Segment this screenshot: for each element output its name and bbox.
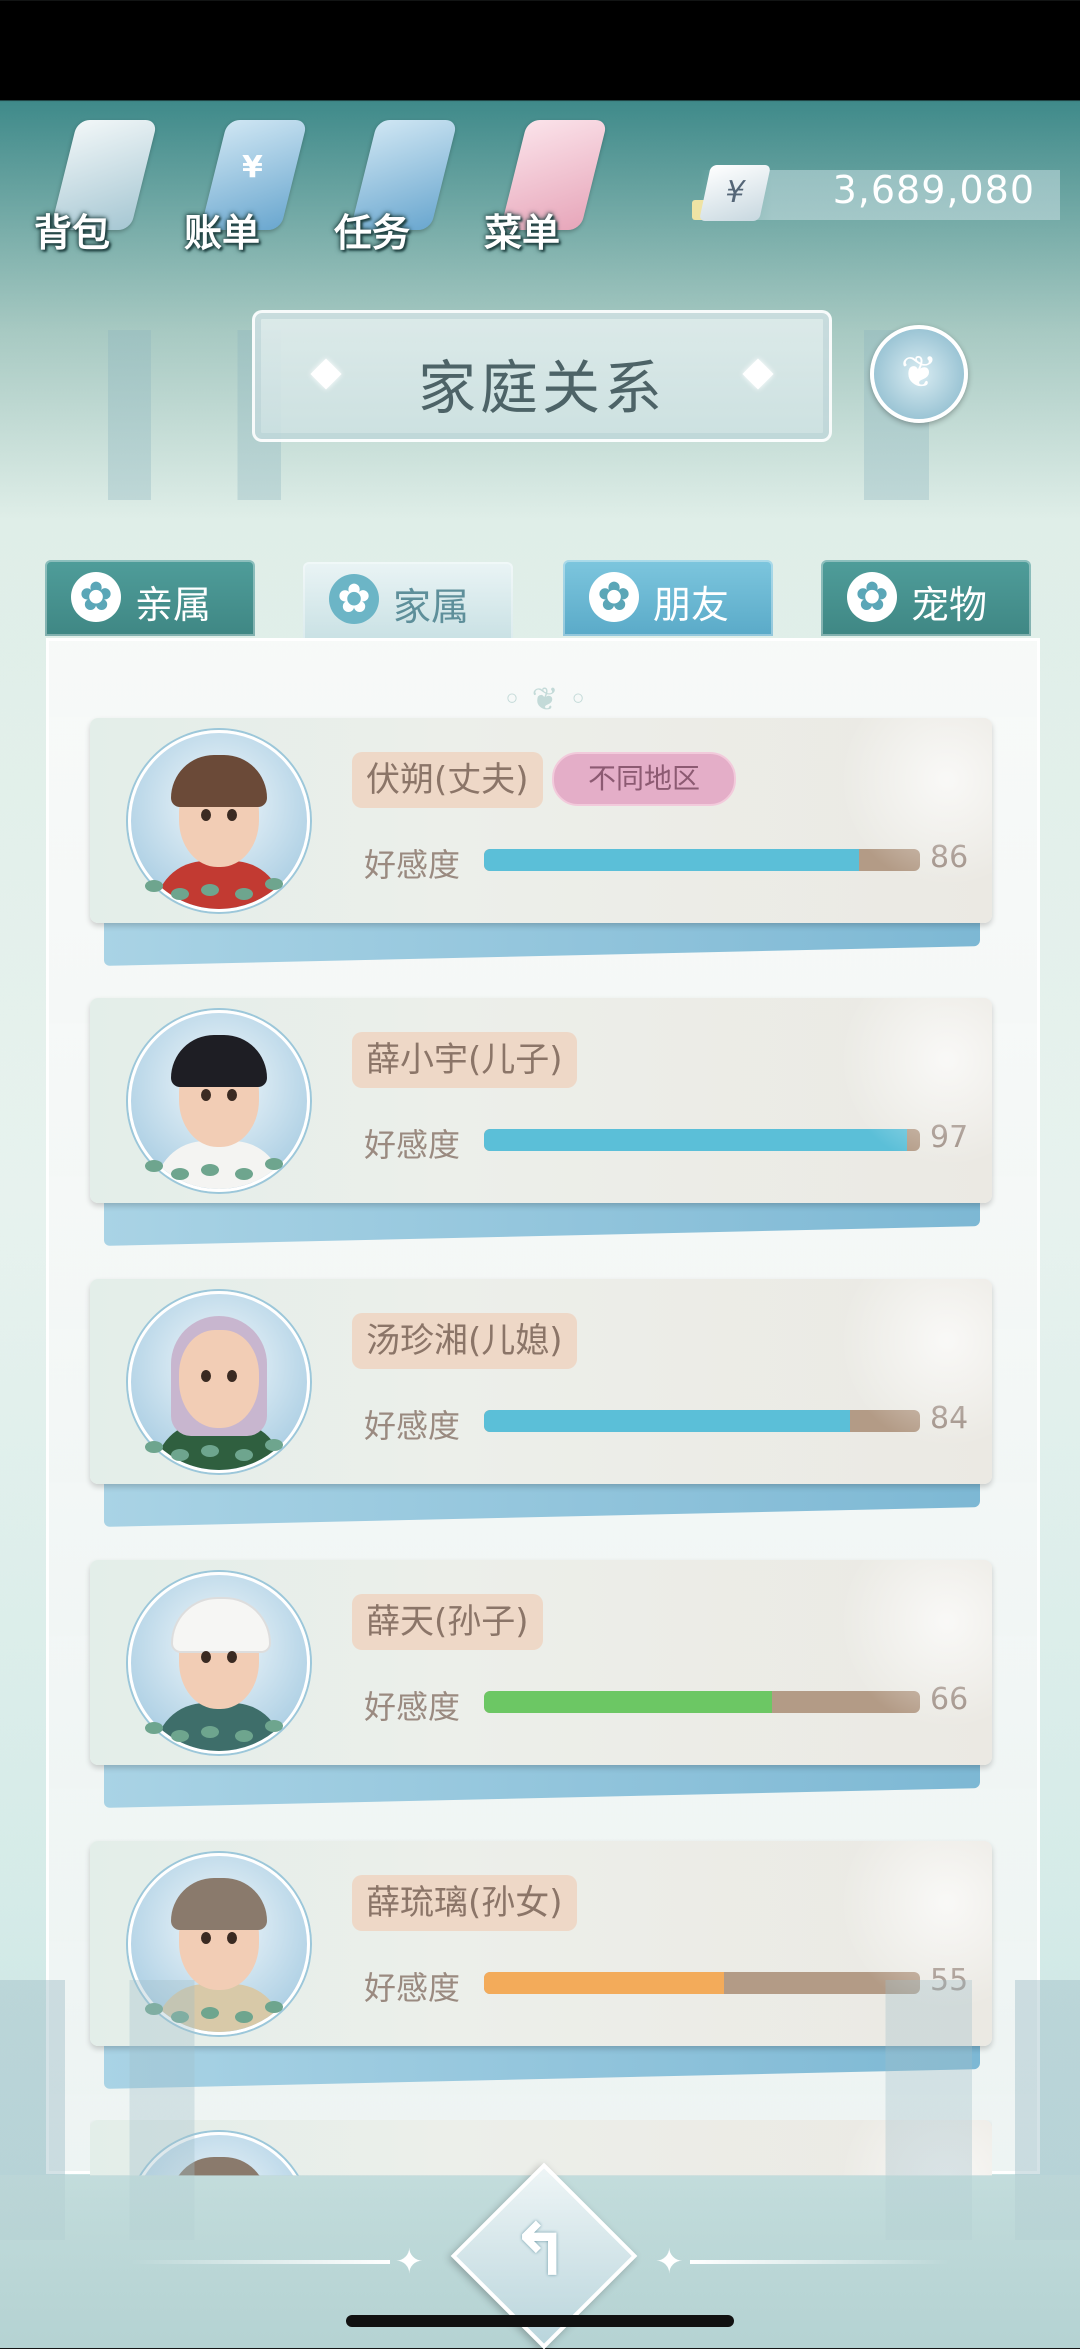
tab-relatives[interactable]: ✿ 亲属 bbox=[45, 560, 255, 636]
member-card-3[interactable]: 汤珍湘(儿媳) 好感度 84 bbox=[90, 1279, 992, 1527]
card-face: 伏朔(丈夫) 不同地区 好感度 86 bbox=[90, 718, 992, 923]
member-card-1[interactable]: 伏朔(丈夫) 不同地区 好感度 86 bbox=[90, 718, 992, 966]
member-card-5[interactable]: 薛琉璃(孙女) 好感度 55 bbox=[90, 1841, 992, 2089]
tab-relatives-label: 亲属 bbox=[135, 583, 212, 627]
favor-label: 好感度 bbox=[364, 846, 461, 884]
card-face: 薛天(孙子) 好感度 66 bbox=[90, 1560, 992, 1765]
deco-line-left bbox=[130, 2260, 390, 2264]
member-card-4[interactable]: 薛天(孙子) 好感度 66 bbox=[90, 1560, 992, 1808]
favor-bar-fill bbox=[484, 849, 859, 871]
member-card-2[interactable]: 薛小宇(儿子) 好感度 97 bbox=[90, 998, 992, 1246]
member-name: 薛天(孙子) bbox=[352, 1594, 543, 1650]
leaf-decoration bbox=[135, 1993, 305, 2029]
menu-bill-label: 账单 bbox=[184, 211, 261, 255]
favor-bar bbox=[484, 1129, 920, 1151]
member-name: 伏朔(丈夫) bbox=[352, 752, 543, 808]
member-name: 薛小宇(儿子) bbox=[352, 1032, 577, 1088]
menu-bag-button[interactable]: 背包 bbox=[34, 110, 158, 260]
card-face: 薛小宇(儿子) 好感度 97 bbox=[90, 998, 992, 1203]
home-indicator[interactable] bbox=[346, 2315, 734, 2327]
tab-pets[interactable]: ✿ 宠物 bbox=[821, 560, 1031, 636]
tab-pets-label: 宠物 bbox=[911, 583, 988, 627]
favor-value: 97 bbox=[930, 1120, 969, 1155]
menu-bill-button[interactable]: ¥ 账单 bbox=[184, 110, 308, 260]
favor-bar bbox=[484, 1691, 920, 1713]
member-name: 汤珍湘(儿媳) bbox=[352, 1313, 577, 1369]
favor-value: 66 bbox=[930, 1682, 969, 1717]
tab-friends[interactable]: ✿ 朋友 bbox=[563, 560, 773, 636]
family-tree-icon: ❦ bbox=[900, 347, 938, 398]
favor-bar bbox=[484, 849, 920, 871]
region-badge: 不同地区 bbox=[552, 752, 737, 806]
favor-label: 好感度 bbox=[364, 1688, 461, 1726]
favor-value: 55 bbox=[930, 1963, 969, 1998]
card-face: 薛琉璃(孙女) 好感度 55 bbox=[90, 1841, 992, 2046]
deco-line-right bbox=[690, 2260, 950, 2264]
flower-icon: ✿ bbox=[847, 572, 897, 622]
back-icon: ↰ bbox=[509, 2208, 571, 2292]
page-title: 家庭关系 bbox=[417, 354, 666, 422]
tab-family[interactable]: ✿ 家属 bbox=[303, 562, 513, 640]
menu-task-button[interactable]: 任务 bbox=[334, 110, 458, 260]
leaf-decoration bbox=[135, 1712, 305, 1748]
family-tree-button[interactable]: ❦ bbox=[870, 325, 968, 423]
leaf-decoration bbox=[135, 870, 305, 906]
scroll-ornament: ◦ ❦ ◦ bbox=[502, 680, 588, 718]
card-face: 汤珍湘(儿媳) 好感度 84 bbox=[90, 1279, 992, 1484]
favor-value: 84 bbox=[930, 1401, 969, 1436]
tab-friends-label: 朋友 bbox=[653, 583, 730, 627]
title-plate: 家庭关系 bbox=[252, 310, 832, 442]
menu-menu-label: 菜单 bbox=[484, 211, 561, 255]
member-name: 薛琉璃(孙女) bbox=[352, 1875, 577, 1931]
favor-bar-fill bbox=[484, 1691, 772, 1713]
flower-icon: ✿ bbox=[329, 574, 379, 624]
favor-label: 好感度 bbox=[364, 1126, 461, 1164]
favor-label: 好感度 bbox=[364, 1407, 461, 1445]
favor-bar-fill bbox=[484, 1410, 851, 1432]
favor-value: 86 bbox=[930, 840, 969, 875]
bill-yen-glyph: ¥ bbox=[242, 150, 263, 185]
favor-bar bbox=[484, 1410, 920, 1432]
favor-bar-fill bbox=[484, 1972, 724, 1994]
menu-bag-label: 背包 bbox=[34, 211, 111, 255]
menu-menu-button[interactable]: 菜单 bbox=[484, 110, 608, 260]
tab-family-label: 家属 bbox=[393, 585, 470, 629]
sparkle-icon-left: ✦ bbox=[395, 2242, 424, 2282]
leaf-decoration bbox=[135, 1431, 305, 1467]
flower-icon: ✿ bbox=[71, 572, 121, 622]
favor-bar-fill bbox=[484, 1129, 907, 1151]
flower-icon: ✿ bbox=[589, 572, 639, 622]
favor-label: 好感度 bbox=[364, 1969, 461, 2007]
leaf-decoration bbox=[135, 1150, 305, 1186]
sparkle-icon-right: ✦ bbox=[655, 2242, 684, 2282]
avatar[interactable] bbox=[128, 2132, 310, 2176]
menu-task-label: 任务 bbox=[334, 211, 411, 255]
favor-bar bbox=[484, 1972, 920, 1994]
currency-amount: 3,689,080 bbox=[832, 168, 1035, 212]
